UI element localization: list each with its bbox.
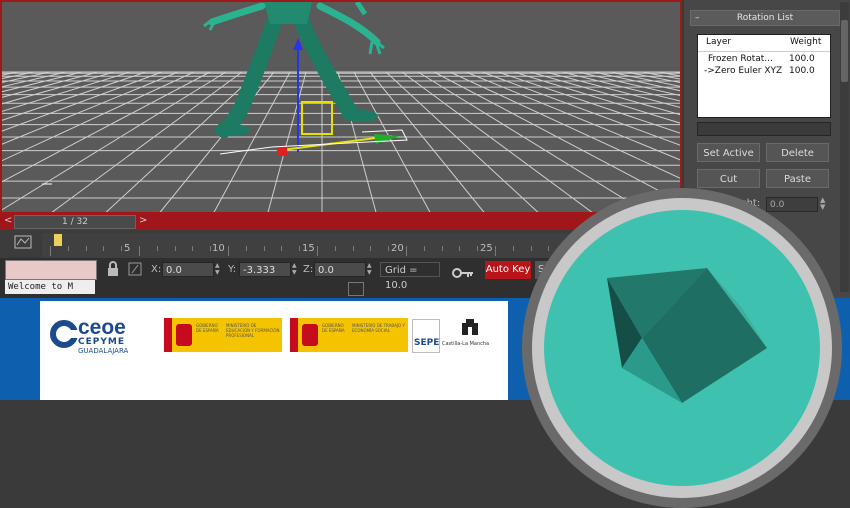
track-tick — [156, 246, 158, 251]
cepyme-text: CEPYME — [78, 337, 125, 347]
prev-frame-arrow[interactable]: < — [4, 215, 12, 226]
track-tick — [139, 246, 140, 256]
track-tick — [103, 246, 105, 251]
track-tick — [459, 246, 461, 251]
grid-size-display: Grid = 10.0 — [380, 262, 440, 291]
track-tick — [423, 246, 425, 251]
track-tick — [370, 246, 372, 251]
x-label: X: — [151, 264, 162, 275]
y-label: Y: — [228, 264, 237, 275]
track-tick — [512, 246, 514, 251]
spain-coat-of-arms — [302, 324, 318, 346]
z-label: Z: — [303, 264, 314, 275]
set-active-button[interactable]: Set Active — [697, 143, 760, 162]
track-tick — [245, 246, 247, 251]
spain-coat-of-arms — [176, 324, 192, 346]
guadalajara-text: GUADALAJARA — [78, 347, 129, 355]
tick-label: 20 — [391, 243, 404, 254]
track-tick — [317, 246, 318, 256]
track-tick — [477, 246, 479, 251]
sponsor-logos-card: ceoe CEPYME GUADALAJARA GOBIERNO DE ESPA… — [40, 301, 508, 400]
list-separator-bar — [697, 122, 831, 136]
selection-lock-icon[interactable] — [348, 282, 364, 296]
ceoe-logo: ceoe CEPYME GUADALAJARA — [50, 316, 150, 359]
track-tick — [406, 246, 407, 256]
current-frame-marker[interactable] — [54, 234, 62, 246]
track-tick — [174, 246, 176, 251]
cut-button[interactable]: Cut — [697, 169, 760, 188]
track-tick — [50, 246, 51, 256]
list-item[interactable]: Frozen Rotat... 100.0 — [698, 54, 830, 66]
x-spinner[interactable]: ▲ ▼ — [215, 262, 223, 277]
gobierno-trabajo-logo: GOBIERNO DE ESPAÑA MINISTERIO DE TRABAJO… — [290, 318, 408, 352]
track-tick — [299, 246, 301, 251]
perspective-viewport[interactable] — [0, 0, 682, 214]
track-tick — [192, 246, 194, 251]
autodesk-3dsmax-logo — [522, 188, 842, 508]
next-frame-arrow[interactable]: > — [139, 215, 147, 226]
layer-list-header: Layer Weight — [698, 35, 830, 52]
track-tick — [334, 246, 336, 251]
paste-button[interactable]: Paste — [766, 169, 829, 188]
y-coordinate-field[interactable]: -3.333 — [239, 262, 291, 277]
track-tick — [263, 246, 265, 251]
column-layer: Layer — [706, 37, 732, 47]
curve-editor-icon[interactable] — [14, 234, 32, 249]
tick-label: 15 — [302, 243, 315, 254]
tick-label: 25 — [480, 243, 493, 254]
delete-button[interactable]: Delete — [766, 143, 829, 162]
viewport-scene — [2, 2, 680, 212]
rollout-title: Rotation List — [736, 13, 794, 23]
tick-label: 10 — [212, 243, 225, 254]
track-tick — [67, 246, 69, 251]
track-tick — [441, 246, 443, 251]
castilla-la-mancha-logo: Castilla-La Mancha — [442, 315, 498, 357]
absolute-mode-icon[interactable] — [128, 261, 142, 277]
lock-icon[interactable] — [106, 261, 120, 277]
z-spinner[interactable]: ▲ ▼ — [367, 262, 375, 277]
column-weight: Weight — [790, 37, 822, 47]
list-item[interactable]: ->Zero Euler XYZ 100.0 — [698, 66, 830, 78]
key-icon[interactable] — [452, 264, 474, 278]
layer-list[interactable]: Layer Weight Frozen Rotat... 100.0 ->Zer… — [697, 34, 831, 118]
tick-label: 5 — [124, 243, 131, 254]
track-tick — [121, 246, 123, 251]
y-spinner[interactable]: ▲ ▼ — [292, 262, 300, 277]
track-tick — [495, 246, 496, 256]
listener-output[interactable]: Welcome to M — [5, 280, 95, 294]
gobierno-educacion-logo: GOBIERNO DE ESPAÑA MINISTERIO DE EDUCACI… — [164, 318, 282, 352]
rotation-list-rollout-header[interactable]: – Rotation List — [690, 10, 840, 26]
z-coordinate-field[interactable]: 0.0 — [314, 262, 366, 277]
x-coordinate-field[interactable]: 0.0 — [162, 262, 214, 277]
track-tick — [228, 246, 229, 256]
track-tick — [388, 246, 390, 251]
maxscript-mini-listener[interactable] — [5, 260, 97, 280]
sepe-logo: SEPE — [412, 319, 440, 353]
track-tick — [281, 246, 283, 251]
time-slider-thumb[interactable]: 1 / 32 — [14, 215, 136, 229]
track-tick — [352, 246, 354, 251]
track-tick — [85, 246, 87, 251]
